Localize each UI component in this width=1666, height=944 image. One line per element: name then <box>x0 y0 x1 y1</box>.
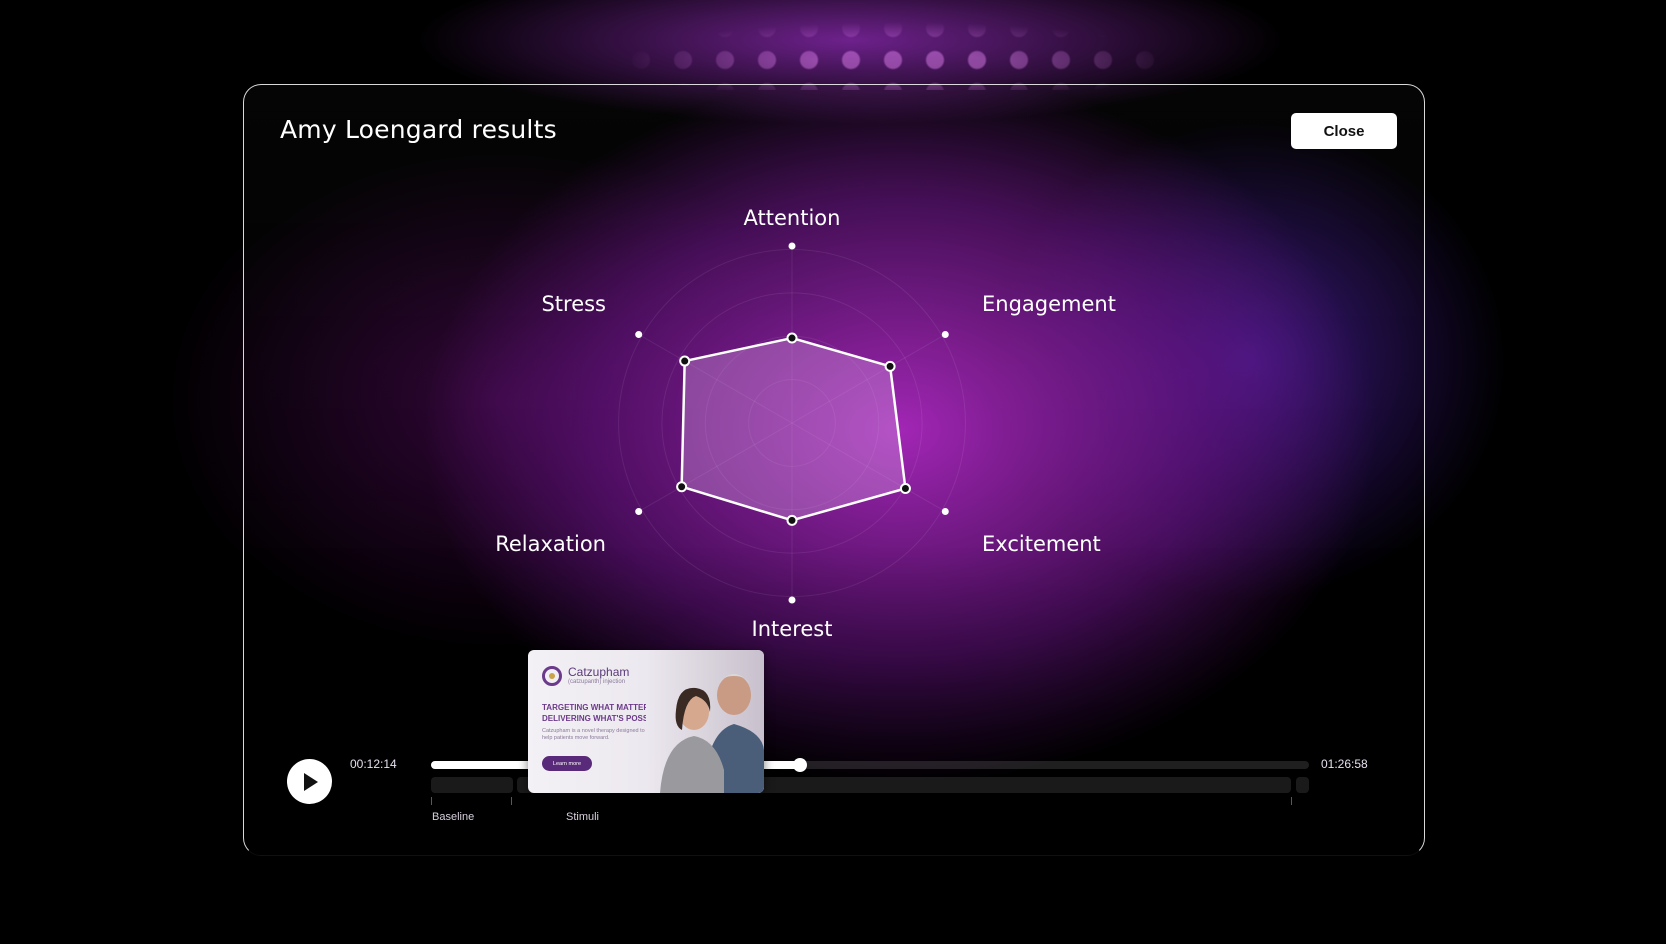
preview-brand-sub: (catzupanth) injection <box>568 679 626 685</box>
segment-tick <box>1291 797 1292 805</box>
preview-photo <box>646 650 764 793</box>
preview-brand: Catzupham <box>568 665 630 679</box>
current-time: 00:12:14 <box>350 757 397 771</box>
decorative-dot-grid <box>620 12 1180 90</box>
catzupham-logo-icon <box>542 666 562 686</box>
results-modal: Amy Loengard results Close Attention Enga… <box>243 84 1425 856</box>
preview-cta-button: Learn more <box>542 756 592 771</box>
segment-tick <box>511 797 512 805</box>
timeline-segment[interactable] <box>431 777 513 793</box>
stimulus-preview[interactable]: Catzupham (catzupanth) injection TARGETI… <box>528 650 764 793</box>
segment-tick <box>431 797 432 805</box>
preview-body: Catzupham is a novel therapy designed to… <box>542 728 645 741</box>
total-time: 01:26:58 <box>1321 757 1368 771</box>
timeline-segment[interactable] <box>1295 777 1309 793</box>
play-button[interactable] <box>287 759 332 804</box>
timeline-handle[interactable] <box>792 758 807 772</box>
segment-label-baseline: Baseline <box>432 811 475 823</box>
play-icon <box>303 772 318 791</box>
segment-label-stimuli: Stimuli <box>566 811 600 823</box>
media-player: 00:12:14 01:26:58 Baseline Stimuli Catzu… <box>244 85 1424 855</box>
